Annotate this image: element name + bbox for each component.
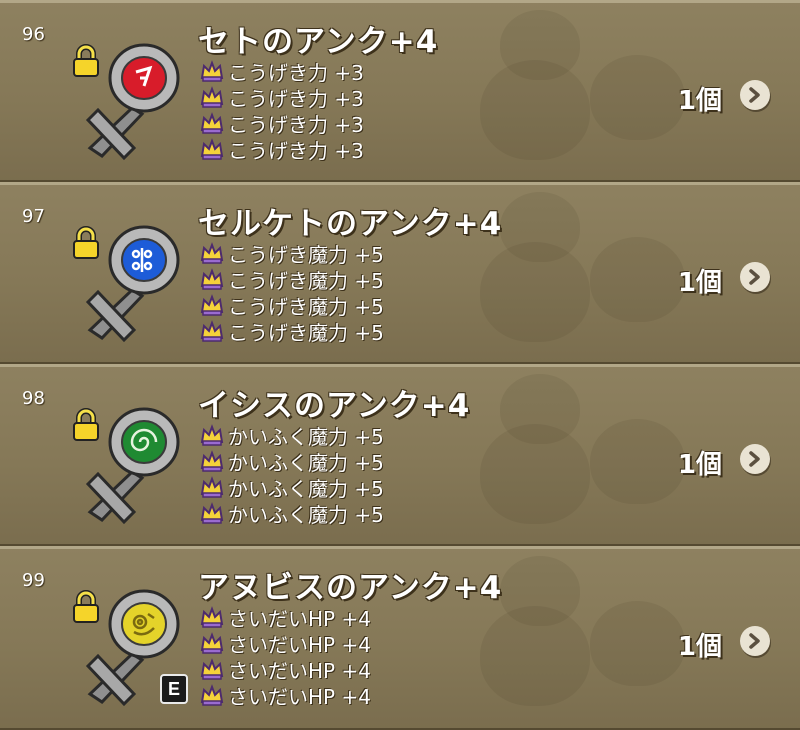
stat-line: かいふく魔力 +5 [200, 474, 384, 501]
stat-line: こうげき魔力 +5 [200, 266, 384, 293]
crown-icon [200, 632, 224, 654]
crown-icon [200, 242, 224, 264]
background-pattern [500, 10, 580, 80]
stat-line: かいふく魔力 +5 [200, 422, 384, 449]
lock-icon [73, 44, 99, 77]
stat-text: こうげき魔力 +5 [228, 268, 384, 293]
stat-text: こうげき力 +3 [228, 112, 364, 137]
stat-text: こうげき魔力 +5 [228, 320, 384, 345]
stat-line: こうげき魔力 +5 [200, 240, 384, 267]
list-item[interactable]: 98 イシスのアンク+4 かいふく魔力 +5 かいふく魔力 +5 かいふく魔力 … [0, 364, 800, 546]
stat-text: こうげき魔力 +5 [228, 242, 384, 267]
list-item[interactable]: 96 セトのアンク+4 こうげき力 +3 こうげき力 +3 こうげき力 +3 こ… [0, 0, 800, 182]
item-index: 99 [22, 570, 45, 591]
lock-icon [73, 226, 99, 259]
stat-line: さいだいHP +4 [200, 630, 371, 657]
crown-icon [200, 658, 224, 680]
item-name: セトのアンク+4 [198, 24, 439, 60]
crown-icon [200, 294, 224, 316]
crown-icon [200, 138, 224, 160]
stat-line: こうげき力 +3 [200, 110, 364, 137]
background-pattern [500, 192, 580, 262]
item-name: イシスのアンク+4 [198, 388, 471, 424]
crown-icon [200, 476, 224, 498]
list-item[interactable]: 99 E アヌビスのアンク+4 さいだいHP +4 さいだいHP +4 さいだい… [0, 546, 800, 730]
stat-line: かいふく魔力 +5 [200, 448, 384, 475]
crown-icon [200, 450, 224, 472]
item-count: 1個 [677, 632, 722, 662]
stat-text: こうげき力 +3 [228, 138, 364, 163]
chevron-right-icon[interactable] [740, 444, 770, 474]
stat-text: こうげき力 +3 [228, 86, 364, 111]
crown-icon [200, 86, 224, 108]
item-count: 1個 [677, 268, 722, 298]
crown-icon [200, 320, 224, 342]
stat-text: かいふく魔力 +5 [228, 476, 384, 501]
background-pattern [500, 556, 580, 626]
crown-icon [200, 684, 224, 706]
background-pattern [590, 601, 685, 686]
chevron-right-icon[interactable] [740, 80, 770, 110]
chevron-right-icon[interactable] [740, 626, 770, 656]
stat-list: こうげき力 +3 こうげき力 +3 こうげき力 +3 こうげき力 +3 [200, 58, 364, 163]
stat-text: さいだいHP +4 [228, 632, 371, 657]
background-pattern [500, 374, 580, 444]
background-pattern [590, 237, 685, 322]
stat-text: こうげき魔力 +5 [228, 294, 384, 319]
item-index: 96 [22, 24, 45, 45]
stat-text: かいふく魔力 +5 [228, 450, 384, 475]
lock-icon [73, 590, 99, 623]
stat-list: かいふく魔力 +5 かいふく魔力 +5 かいふく魔力 +5 かいふく魔力 +5 [200, 422, 384, 527]
item-count: 1個 [677, 450, 722, 480]
list-item[interactable]: 97 セルケトのアンク+4 こうげき魔力 +5 こうげき魔力 +5 こうげき魔力… [0, 182, 800, 364]
stat-line: こうげき力 +3 [200, 58, 364, 85]
stat-text: かいふく魔力 +5 [228, 424, 384, 449]
stat-text: さいだいHP +4 [228, 658, 371, 683]
item-name: セルケトのアンク+4 [198, 206, 503, 242]
crown-icon [200, 268, 224, 290]
stat-text: さいだいHP +4 [228, 684, 371, 709]
item-list: 96 セトのアンク+4 こうげき力 +3 こうげき力 +3 こうげき力 +3 こ… [0, 0, 800, 730]
crown-icon [200, 606, 224, 628]
equipped-badge: E [160, 674, 188, 704]
lock-icon [73, 408, 99, 441]
stat-line: こうげき魔力 +5 [200, 318, 384, 345]
stat-line: こうげき力 +3 [200, 136, 364, 163]
stat-line: こうげき力 +3 [200, 84, 364, 111]
stat-line: こうげき魔力 +5 [200, 292, 384, 319]
chevron-right-icon[interactable] [740, 262, 770, 292]
stat-list: さいだいHP +4 さいだいHP +4 さいだいHP +4 さいだいHP +4 [200, 604, 371, 709]
item-index: 98 [22, 388, 45, 409]
crown-icon [200, 424, 224, 446]
stat-line: さいだいHP +4 [200, 604, 371, 631]
background-pattern [590, 55, 685, 140]
item-count: 1個 [677, 86, 722, 116]
item-name: アヌビスのアンク+4 [198, 570, 503, 606]
crown-icon [200, 60, 224, 82]
item-index: 97 [22, 206, 45, 227]
stat-line: さいだいHP +4 [200, 682, 371, 709]
stat-text: かいふく魔力 +5 [228, 502, 384, 527]
background-pattern [590, 419, 685, 504]
crown-icon [200, 112, 224, 134]
stat-line: かいふく魔力 +5 [200, 500, 384, 527]
stat-list: こうげき魔力 +5 こうげき魔力 +5 こうげき魔力 +5 こうげき魔力 +5 [200, 240, 384, 345]
stat-text: さいだいHP +4 [228, 606, 371, 631]
stat-text: こうげき力 +3 [228, 60, 364, 85]
stat-line: さいだいHP +4 [200, 656, 371, 683]
crown-icon [200, 502, 224, 524]
